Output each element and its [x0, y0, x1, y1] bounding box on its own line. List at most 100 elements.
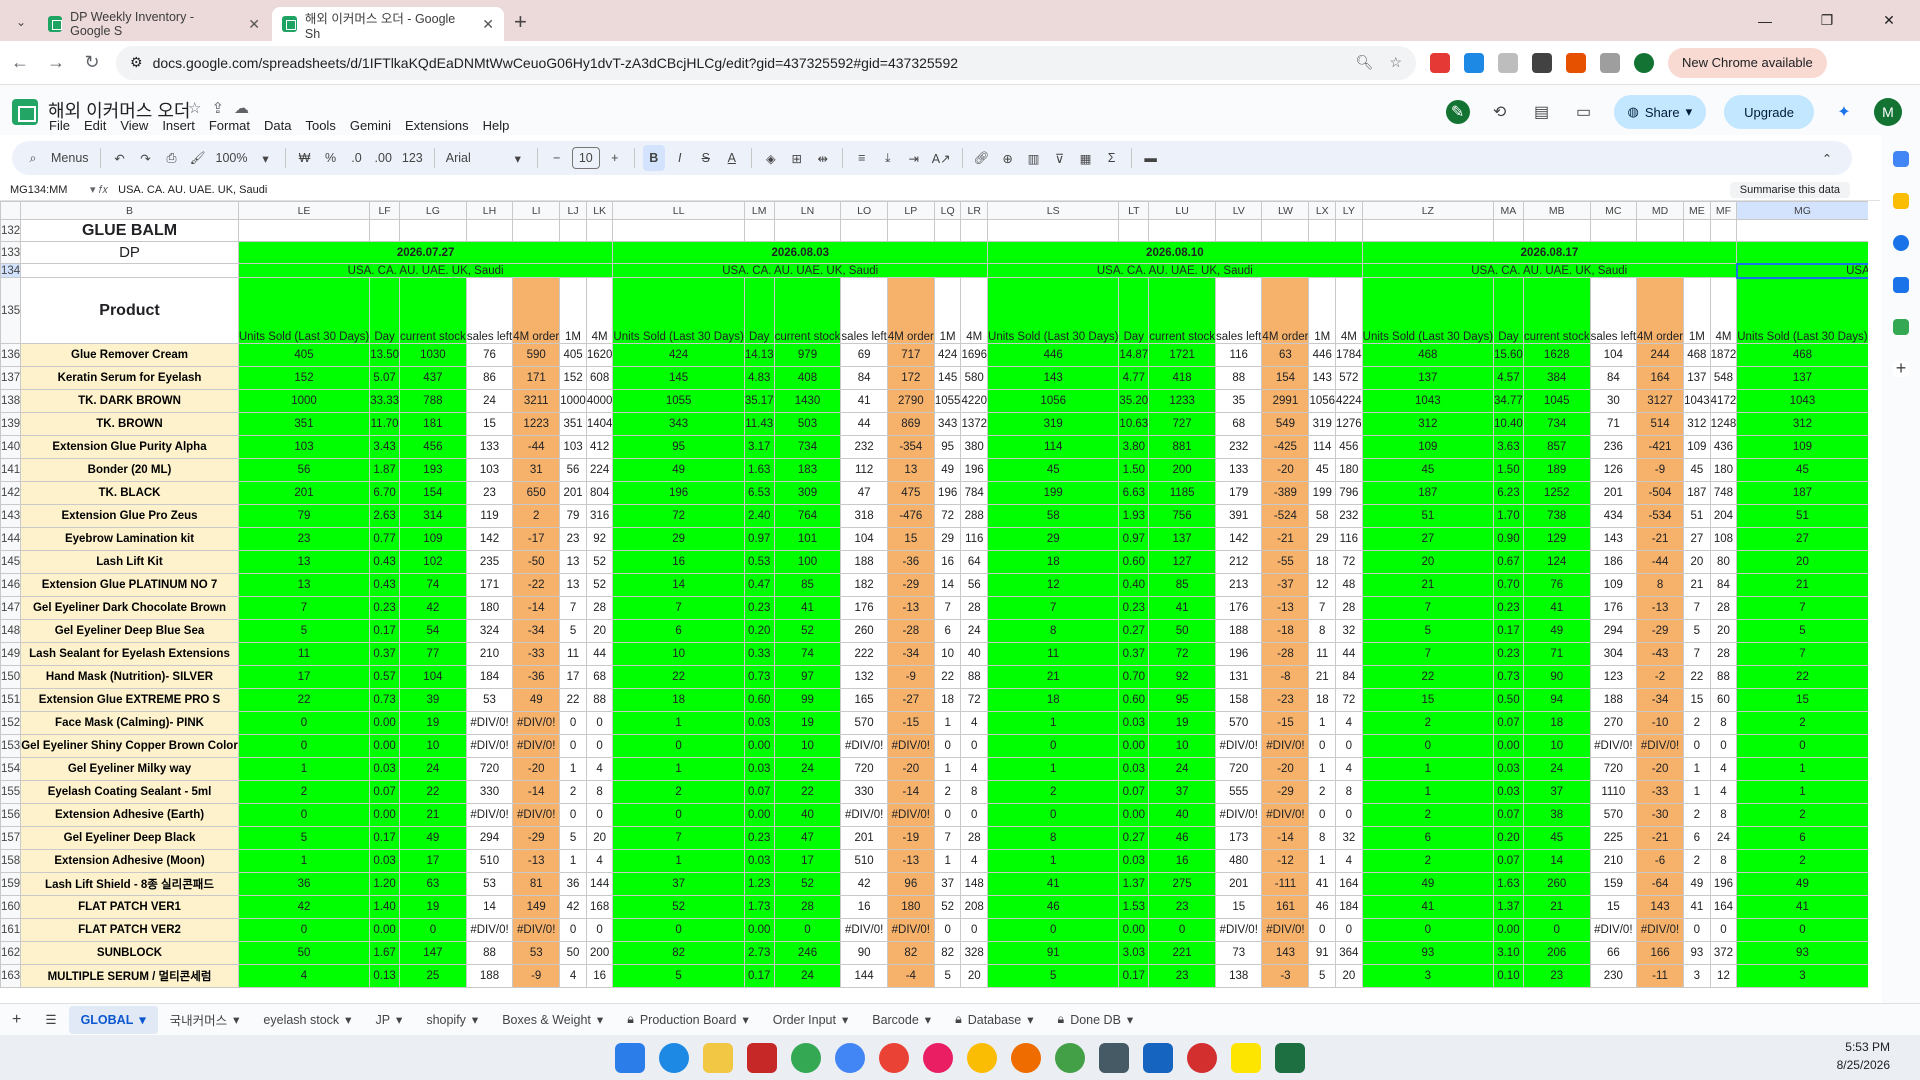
product-name-cell[interactable]: Extension Glue EXTREME PRO S: [20, 688, 239, 712]
column-header[interactable]: LN: [773, 201, 842, 220]
reload-button[interactable]: ↻: [76, 47, 108, 79]
value-cell[interactable]: 15: [1361, 688, 1495, 712]
menu-file[interactable]: File: [49, 118, 70, 133]
value-cell[interactable]: 23: [559, 527, 587, 551]
value-cell[interactable]: 260: [840, 619, 888, 643]
cell[interactable]: [369, 219, 400, 242]
value-cell[interactable]: -21: [1636, 527, 1685, 551]
value-cell[interactable]: -34: [886, 642, 935, 666]
value-cell[interactable]: 145: [933, 366, 962, 390]
value-cell[interactable]: -44: [1636, 550, 1685, 574]
value-cell[interactable]: 4: [1709, 757, 1738, 781]
value-cell[interactable]: 3: [1683, 964, 1711, 988]
value-cell[interactable]: 225: [1589, 826, 1638, 850]
value-cell[interactable]: 40: [1148, 803, 1217, 827]
value-cell[interactable]: 0.00: [743, 918, 775, 942]
value-cell[interactable]: 0.03: [743, 711, 775, 735]
functions-icon[interactable]: Σ: [1101, 145, 1123, 171]
value-cell[interactable]: 720: [840, 757, 888, 781]
value-cell[interactable]: 123: [1589, 665, 1638, 689]
value-cell[interactable]: 555: [1215, 780, 1263, 804]
week-date-cell[interactable]: 2026.08.03: [612, 241, 989, 264]
cell[interactable]: [1636, 219, 1685, 242]
value-cell[interactable]: 16: [1148, 849, 1217, 873]
value-cell[interactable]: 1.63: [1493, 872, 1524, 896]
value-cell[interactable]: 176: [840, 596, 888, 620]
value-cell[interactable]: 37: [1148, 780, 1217, 804]
extension-icon[interactable]: [1464, 52, 1484, 73]
value-cell[interactable]: 1: [1736, 757, 1868, 781]
value-cell[interactable]: 37: [1522, 780, 1591, 804]
value-cell[interactable]: 4172: [1709, 389, 1738, 413]
sheets-logo[interactable]: [12, 99, 38, 125]
week-date-cell[interactable]: 2026.07.27: [237, 241, 614, 264]
value-cell[interactable]: 727: [1148, 412, 1217, 436]
value-cell[interactable]: 32: [1335, 826, 1363, 850]
value-cell[interactable]: 51: [1361, 504, 1495, 528]
value-cell[interactable]: 6: [1683, 826, 1711, 850]
value-cell[interactable]: 137: [1736, 366, 1868, 390]
extension-icon[interactable]: [1430, 52, 1450, 73]
cell[interactable]: [960, 219, 989, 242]
row-header[interactable]: 142: [0, 481, 22, 505]
value-cell[interactable]: 0.70: [1493, 573, 1524, 597]
sheet-tab[interactable]: Boxes & Weight ▾: [490, 1006, 615, 1034]
value-cell[interactable]: 570: [1215, 711, 1263, 735]
value-cell[interactable]: 418: [1148, 366, 1217, 390]
value-cell[interactable]: 0.03: [1493, 780, 1524, 804]
new-tab-button[interactable]: +: [514, 9, 527, 35]
value-cell[interactable]: 0: [933, 918, 962, 942]
cell[interactable]: [886, 219, 935, 242]
value-cell[interactable]: -11: [1636, 964, 1685, 988]
value-cell[interactable]: 717: [886, 343, 935, 367]
value-cell[interactable]: 60: [1709, 688, 1738, 712]
value-cell[interactable]: 158: [1215, 688, 1263, 712]
value-cell[interactable]: 180: [1335, 458, 1363, 482]
value-cell[interactable]: 164: [1636, 366, 1685, 390]
value-cell[interactable]: 154: [398, 481, 467, 505]
column-header[interactable]: LG: [398, 201, 467, 220]
value-cell[interactable]: -64: [1636, 872, 1685, 896]
currency-format-button[interactable]: ₩: [294, 145, 316, 171]
chevron-down-icon[interactable]: ▾: [925, 1012, 931, 1027]
value-cell[interactable]: 0.97: [1118, 527, 1150, 551]
value-cell[interactable]: 15: [886, 527, 935, 551]
column-header[interactable]: LP: [886, 201, 935, 220]
value-cell[interactable]: 52: [585, 573, 614, 597]
value-cell[interactable]: 0: [960, 734, 989, 758]
value-cell[interactable]: -34: [512, 619, 561, 643]
value-cell[interactable]: 28: [960, 596, 989, 620]
value-cell[interactable]: 0: [1683, 918, 1711, 942]
value-cell[interactable]: 0.07: [369, 780, 400, 804]
value-cell[interactable]: 19: [773, 711, 842, 735]
value-cell[interactable]: 29: [612, 527, 745, 551]
value-cell[interactable]: 49: [398, 826, 467, 850]
value-cell[interactable]: 13: [559, 573, 587, 597]
sheet-tab[interactable]: JP ▾: [363, 1006, 414, 1034]
value-cell[interactable]: 0.97: [743, 527, 775, 551]
menu-view[interactable]: View: [120, 118, 148, 133]
value-cell[interactable]: 0.03: [1493, 757, 1524, 781]
value-cell[interactable]: 58: [1308, 504, 1337, 528]
column-label-cell[interactable]: Units Sold (Last 30 Days): [237, 277, 371, 344]
value-cell[interactable]: 0: [1308, 918, 1337, 942]
close-window-button[interactable]: ✕: [1858, 0, 1920, 41]
cell[interactable]: [1589, 219, 1638, 242]
product-name-cell[interactable]: TK. BLACK: [20, 481, 239, 505]
value-cell[interactable]: 1: [612, 711, 745, 735]
value-cell[interactable]: 47: [773, 826, 842, 850]
column-label-cell[interactable]: 4M: [1709, 277, 1738, 344]
value-cell[interactable]: 21: [1308, 665, 1337, 689]
value-cell[interactable]: 13: [237, 550, 371, 574]
value-cell[interactable]: 76: [465, 343, 514, 367]
bookmark-star-icon[interactable]: ☆: [1389, 54, 1402, 71]
value-cell[interactable]: 16: [585, 964, 614, 988]
value-cell[interactable]: 21: [398, 803, 467, 827]
value-cell[interactable]: 6.63: [1118, 481, 1150, 505]
value-cell[interactable]: 0.00: [1493, 918, 1524, 942]
value-cell[interactable]: 1: [1361, 780, 1495, 804]
value-cell[interactable]: 1872: [1709, 343, 1738, 367]
column-label-cell[interactable]: Day: [1493, 277, 1524, 344]
value-cell[interactable]: -389: [1261, 481, 1310, 505]
value-cell[interactable]: 7: [933, 826, 962, 850]
